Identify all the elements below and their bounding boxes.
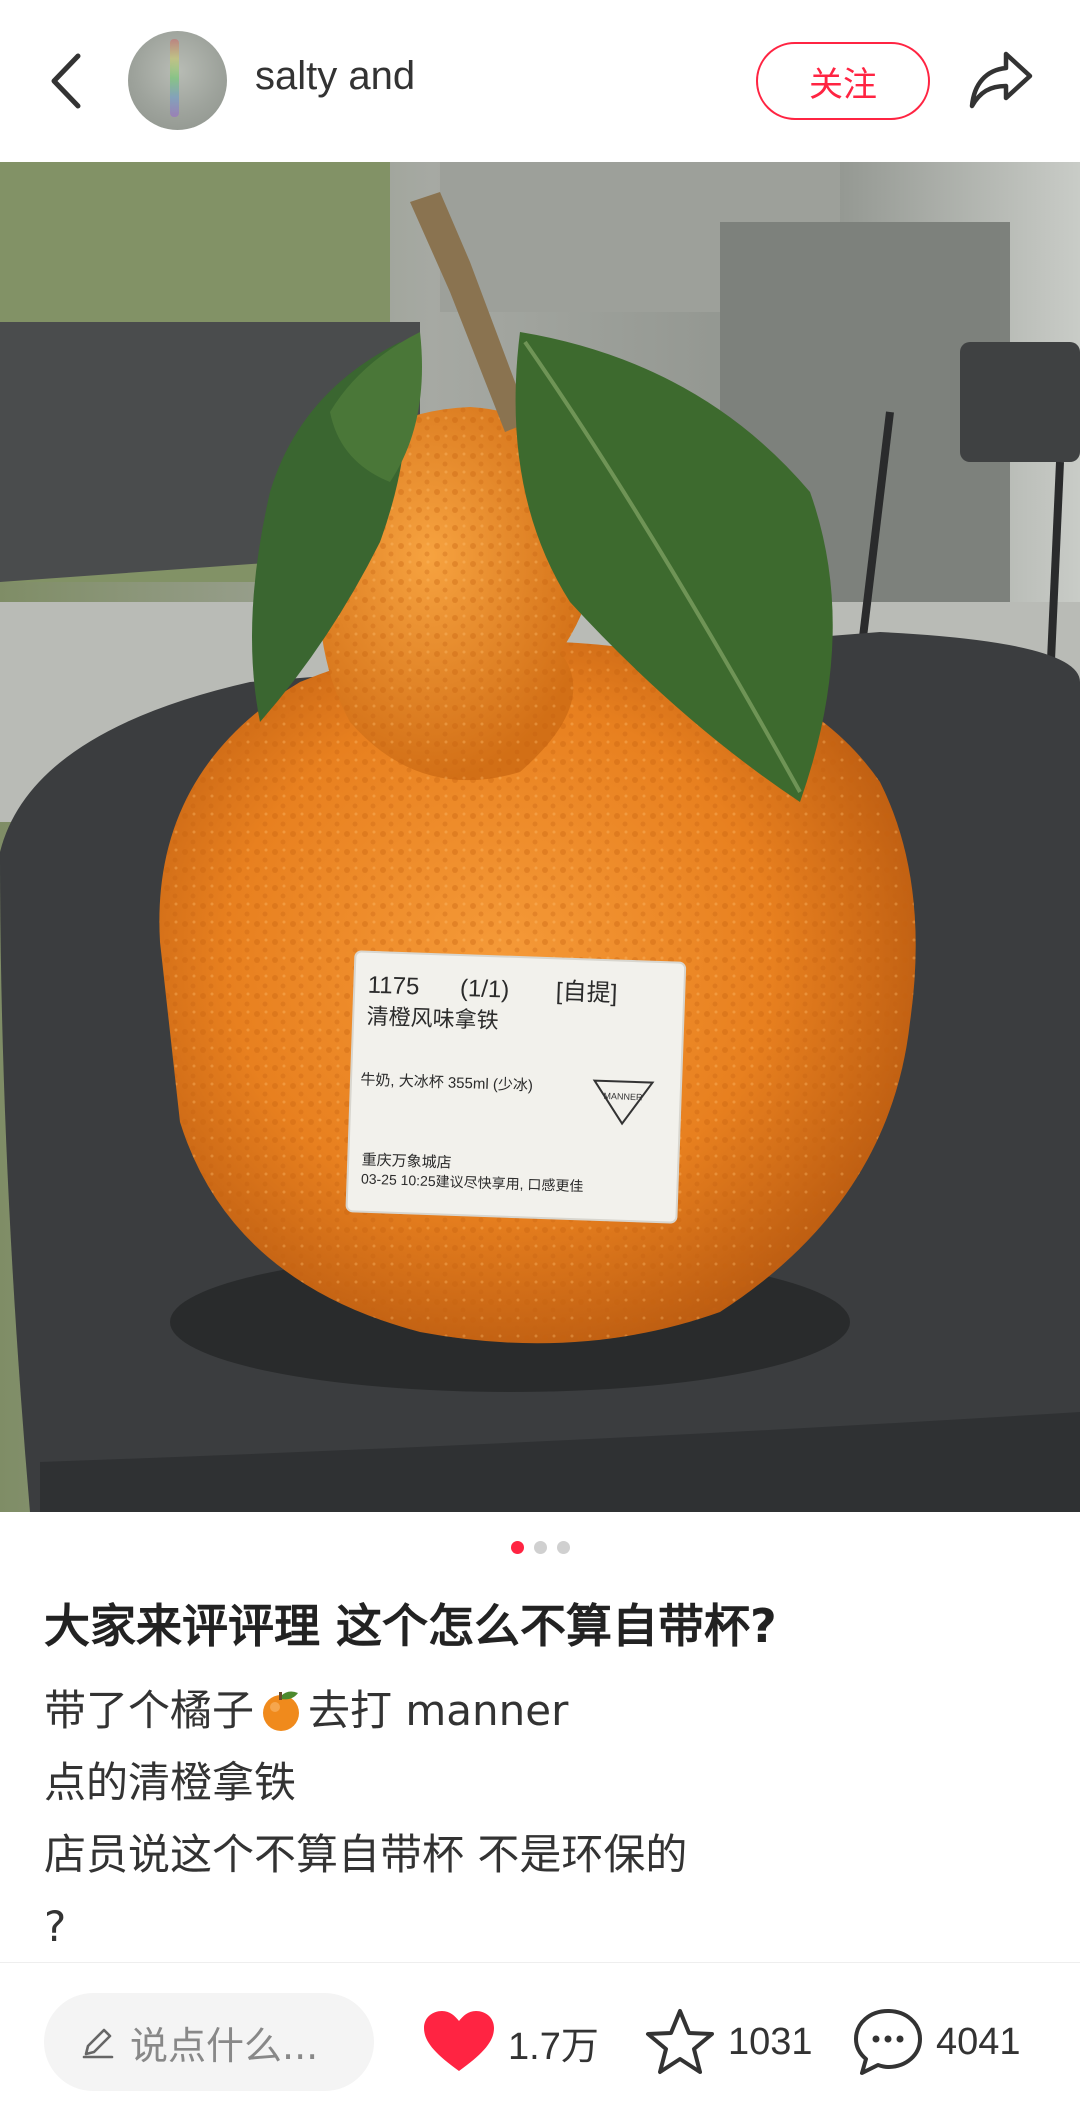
comment-count: 4041 xyxy=(936,2020,1021,2063)
avatar[interactable] xyxy=(128,31,227,130)
post-photo[interactable]: 1175 (1/1) [自提] 清橙风味拿铁 牛奶, 大冰杯 355ml (少冰… xyxy=(0,162,1080,1512)
sticker-drink-name: 清橙风味拿铁 xyxy=(366,1003,500,1034)
tangerine-emoji-icon xyxy=(258,1687,304,1733)
post-body-line-3: 店员说这个不算自带杯 不是环保的 xyxy=(44,1830,688,1879)
share-button[interactable] xyxy=(966,48,1036,112)
svg-text:MANNER: MANNER xyxy=(603,1091,643,1102)
sticker-drink-options: 牛奶, 大冰杯 355ml (少冰) xyxy=(360,1071,534,1095)
comment-icon xyxy=(854,2009,922,2075)
pager-dot-2[interactable] xyxy=(533,1541,547,1554)
post-body: 带了个橘子 去打 manner 点的清橙拿铁 店员说这个不算自带杯 不是环保的 ? xyxy=(44,1683,687,1971)
like-button[interactable]: 1.7万 xyxy=(422,2007,599,2077)
post-body-line-4: ? xyxy=(44,1902,67,1951)
post-body-line-2: 点的清橙拿铁 xyxy=(44,1758,297,1807)
pager-dot-3[interactable] xyxy=(556,1541,570,1554)
manner-logo: MANNER xyxy=(591,1077,655,1126)
pencil-icon xyxy=(82,2028,114,2059)
bottom-action-bar: 说点什么... 1.7万 1031 4041 xyxy=(0,1962,1080,2113)
pager-dot-1[interactable] xyxy=(510,1541,524,1554)
comment-button[interactable]: 4041 xyxy=(852,2007,1021,2077)
orange-photo-illustration xyxy=(0,162,1080,1512)
back-button[interactable] xyxy=(42,50,92,112)
follow-button[interactable]: 关注 xyxy=(756,42,930,120)
sticker-order-number: 1175 xyxy=(367,971,420,1001)
username[interactable]: salty and xyxy=(255,54,415,99)
comment-input[interactable]: 说点什么... xyxy=(44,1993,374,2091)
post-title: 大家来评评理 这个怎么不算自带杯? xyxy=(44,1599,777,1653)
top-bar: salty and 关注 xyxy=(0,0,1080,162)
heart-icon xyxy=(424,2011,494,2071)
favorite-button[interactable]: 1031 xyxy=(644,2007,813,2077)
favorite-count: 1031 xyxy=(728,2020,813,2063)
share-icon xyxy=(969,51,1033,109)
star-icon xyxy=(646,2009,714,2074)
sticker-pickup: [自提] xyxy=(555,978,618,1008)
comment-placeholder: 说点什么... xyxy=(130,2023,319,2068)
image-pager xyxy=(0,1541,1080,1555)
like-count: 1.7万 xyxy=(508,2025,599,2068)
sticker-count: (1/1) xyxy=(459,974,510,1004)
back-icon xyxy=(51,53,81,109)
cup-sticker: 1175 (1/1) [自提] 清橙风味拿铁 牛奶, 大冰杯 355ml (少冰… xyxy=(356,964,685,1225)
sticker-time-note: 03-25 10:25建议尽快享用, 口感更佳 xyxy=(360,1170,584,1195)
post-body-line-1: 带了个橘子 去打 manner xyxy=(44,1686,569,1735)
